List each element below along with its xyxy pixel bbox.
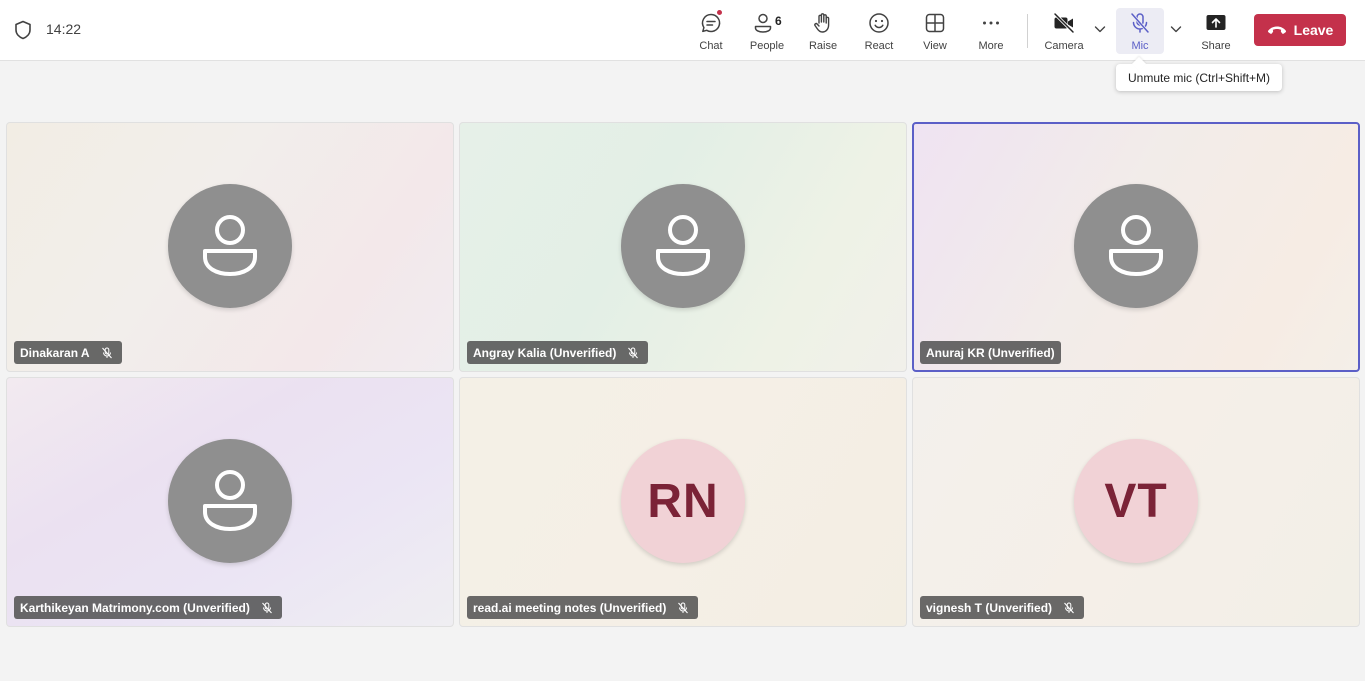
chat-label: Chat (699, 40, 723, 52)
mic-label: Mic (1131, 40, 1149, 52)
mic-off-icon (628, 347, 639, 358)
participant-nameplate: Angray Kalia (Unverified) (467, 341, 649, 364)
share-button[interactable]: Share (1190, 8, 1242, 54)
more-icon (983, 21, 999, 25)
meeting-timer: 14:22 (46, 21, 82, 37)
raise-hand-button[interactable]: Raise (797, 8, 849, 54)
people-label: People (749, 40, 785, 52)
react-button[interactable]: React (853, 8, 905, 54)
chat-button[interactable]: Chat (685, 8, 737, 54)
participant-tile[interactable]: VT vignesh T (Unverified) (912, 377, 1360, 627)
participant-tile[interactable]: Angray Kalia (Unverified) (459, 122, 907, 372)
person-icon (203, 470, 257, 531)
mic-tooltip: Unmute mic (Ctrl+Shift+M) (1116, 64, 1283, 91)
view-button[interactable]: View (909, 8, 961, 54)
participant-tile[interactable]: Dinakaran A (6, 122, 454, 372)
avatar (168, 439, 292, 563)
grid-view-icon (925, 13, 945, 33)
camera-options-chevron-icon[interactable] (1093, 22, 1107, 36)
participant-tile[interactable]: RN read.ai meeting notes (Unverified) (459, 377, 907, 627)
avatar-initials: VT (1074, 439, 1198, 563)
react-label: React (864, 40, 894, 52)
smiley-icon (869, 13, 889, 33)
mic-button[interactable]: Mic (1116, 8, 1164, 54)
participant-name: Anuraj KR (Unverified) (926, 345, 1055, 360)
participant-nameplate: read.ai meeting notes (Unverified) (467, 596, 699, 619)
shield-icon (15, 20, 31, 40)
hang-up-icon (1267, 26, 1286, 34)
share-label: Share (1201, 40, 1231, 52)
mic-options-chevron-icon[interactable] (1169, 22, 1183, 36)
toolbar-divider (1027, 14, 1028, 48)
raise-label: Raise (808, 40, 838, 52)
participant-name: read.ai meeting notes (Unverified) (473, 600, 667, 615)
participant-name: Dinakaran A (20, 345, 90, 360)
leave-button[interactable]: Leave (1254, 14, 1346, 46)
camera-label: Camera (1044, 40, 1084, 52)
participant-tile[interactable]: Karthikeyan Matrimony.com (Unverified) (6, 377, 454, 627)
person-icon (203, 215, 257, 276)
mic-off-icon (101, 347, 112, 358)
mic-off-icon (1064, 602, 1074, 613)
participant-name: Karthikeyan Matrimony.com (Unverified) (20, 600, 250, 615)
mic-off-icon (678, 602, 689, 613)
participant-nameplate: vignesh T (Unverified) (920, 596, 1085, 619)
participant-nameplate: Karthikeyan Matrimony.com (Unverified) (14, 596, 282, 619)
unread-badge (716, 9, 723, 16)
people-button[interactable]: 6 People (741, 8, 793, 54)
participant-name: vignesh T (Unverified) (926, 600, 1053, 615)
camera-button[interactable]: Camera (1038, 8, 1090, 54)
mic-off-icon (261, 602, 272, 613)
more-label: More (978, 40, 1004, 52)
view-label: View (923, 40, 947, 52)
share-screen-icon (1206, 15, 1226, 30)
meeting-toolbar: 14:22 Chat 6 People Raise React View Mor… (0, 0, 1365, 61)
person-icon (1109, 215, 1163, 276)
participant-nameplate: Dinakaran A (14, 341, 122, 364)
avatar (1074, 184, 1198, 308)
participant-tile-active-speaker[interactable]: Anuraj KR (Unverified) (912, 122, 1360, 372)
leave-label: Leave (1293, 22, 1334, 38)
people-icon (754, 13, 772, 33)
mic-off-icon (1130, 13, 1150, 33)
avatar (621, 184, 745, 308)
camera-off-icon (1053, 12, 1075, 34)
more-button[interactable]: More (965, 8, 1017, 54)
people-count: 6 (775, 14, 782, 28)
avatar-initials: RN (621, 439, 745, 563)
participant-name: Angray Kalia (Unverified) (473, 345, 617, 360)
avatar (168, 184, 292, 308)
participant-nameplate: Anuraj KR (Unverified) (920, 341, 1061, 364)
hand-icon (814, 13, 830, 33)
person-icon (656, 215, 710, 276)
